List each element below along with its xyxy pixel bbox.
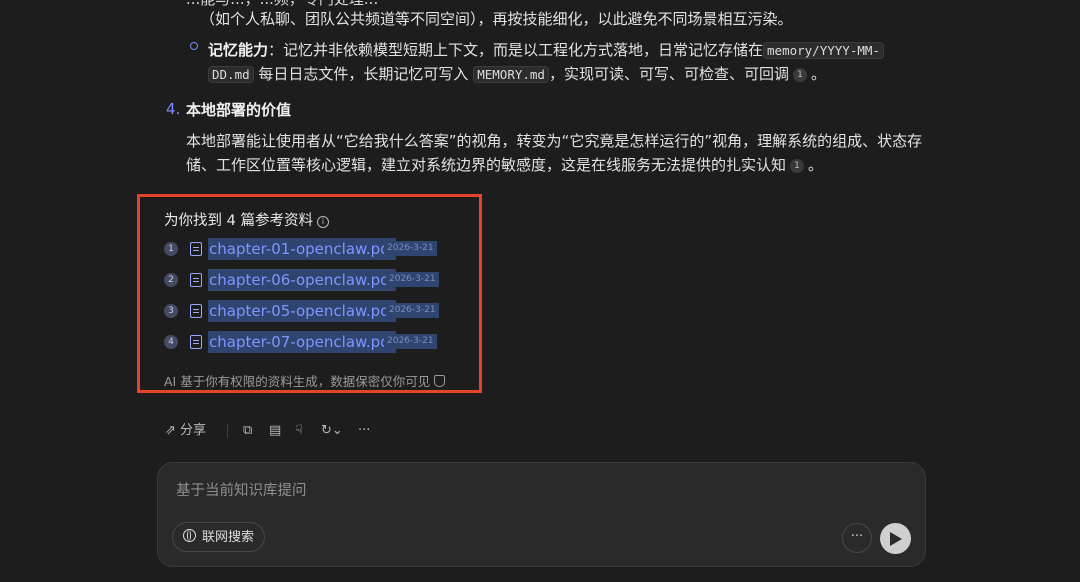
- paragraph-line: 储、工作区位置等核心逻辑，建立对系统边界的敏感度，这是在线服务无法提供的扎实认知…: [186, 156, 824, 174]
- ai-privacy-note: AI 基于你有权限的资料生成，数据保密仅你可见: [164, 371, 446, 390]
- web-search-button[interactable]: 联网搜索: [172, 522, 266, 552]
- memory-line-1: 记忆能力：记忆并非依赖模型短期上下文，而是以工程化方式落地，日常记忆存储在 mem…: [208, 39, 884, 62]
- ai-privacy-note-text: AI 基于你有权限的资料生成，数据保密仅你可见: [164, 374, 431, 389]
- inline-code: MEMORY.md: [473, 66, 549, 83]
- document-icon: [190, 304, 202, 318]
- web-search-label: 联网搜索: [202, 530, 255, 545]
- reference-link[interactable]: chapter-06-openclaw.pdf: [208, 269, 396, 291]
- copy-icon[interactable]: ⧉: [243, 422, 252, 440]
- reference-link[interactable]: chapter-07-openclaw.pdf: [208, 331, 396, 353]
- globe-icon: [183, 529, 196, 542]
- send-button[interactable]: [880, 523, 911, 554]
- reference-date: 2026-3-21: [384, 334, 437, 349]
- document-view-icon[interactable]: ▤: [269, 422, 281, 440]
- reference-number: 4: [164, 335, 178, 349]
- reference-date: 2026-3-21: [384, 241, 437, 256]
- question-input[interactable]: [174, 479, 838, 503]
- memory-line-2: DD.md 每日日志文件，长期记忆可写入 MEMORY.md ，实现可读、可写、可…: [208, 63, 826, 86]
- more-options-button[interactable]: ···: [842, 523, 872, 553]
- more-icon[interactable]: ···: [358, 422, 370, 440]
- inline-code: DD.md: [208, 66, 254, 83]
- share-button[interactable]: ⇗ 分享: [165, 422, 206, 440]
- reference-link[interactable]: chapter-01-openclaw.pdf: [208, 238, 396, 260]
- memory-text-1: ：记忆并非依赖模型短期上下文，而是以工程化方式落地，日常记忆存储在: [268, 41, 764, 59]
- document-icon: [190, 335, 202, 349]
- reference-number: 1: [164, 242, 178, 256]
- reference-date: 2026-3-21: [386, 272, 439, 287]
- regenerate-icon[interactable]: ↻⌄: [321, 422, 343, 440]
- memory-text-3: ，实现可读、可写、可检查、可回调: [548, 65, 789, 83]
- list-number: 4.: [166, 100, 181, 118]
- reference-date: 2026-3-21: [386, 303, 439, 318]
- paragraph-line: （如个人私聊、团队公共频道等不同空间），再按技能细化，以此避免不同场景相互污染。: [200, 10, 793, 28]
- paragraph-text: 储、工作区位置等核心逻辑，建立对系统边界的敏感度，这是在线服务无法提供的扎实认知: [186, 156, 787, 174]
- reference-number: 2: [164, 273, 178, 287]
- shield-icon: [434, 375, 446, 387]
- section-heading: 本地部署的价值: [186, 101, 292, 119]
- references-title-text: 为你找到 4 篇参考资料: [164, 213, 313, 229]
- citation-badge[interactable]: 1: [792, 68, 807, 82]
- share-icon: ⇗: [165, 423, 176, 438]
- reference-link[interactable]: chapter-05-openclaw.pdf: [208, 300, 396, 322]
- reference-number: 3: [164, 304, 178, 318]
- document-icon: [190, 273, 202, 287]
- memory-text-2: 每日日志文件，长期记忆可写入: [258, 65, 469, 83]
- citation-badge[interactable]: 1: [790, 159, 805, 173]
- bullet-marker: [190, 42, 198, 50]
- chat-composer: 联网搜索 ···: [157, 462, 926, 567]
- inline-code: memory/YYYY-MM-: [763, 42, 884, 59]
- memory-title: 记忆能力: [208, 41, 269, 59]
- info-icon[interactable]: i: [316, 216, 329, 228]
- references-title: 为你找到 4 篇参考资料 i: [164, 209, 329, 230]
- paragraph-line: 本地部署能让使用者从“它给我什么答案”的视角，转变为“它究竟是怎样运行的”视角，…: [186, 132, 923, 150]
- divider: [227, 424, 228, 438]
- share-label: 分享: [180, 423, 207, 438]
- thumbs-down-icon[interactable]: ☟: [295, 422, 303, 440]
- document-icon: [190, 242, 202, 256]
